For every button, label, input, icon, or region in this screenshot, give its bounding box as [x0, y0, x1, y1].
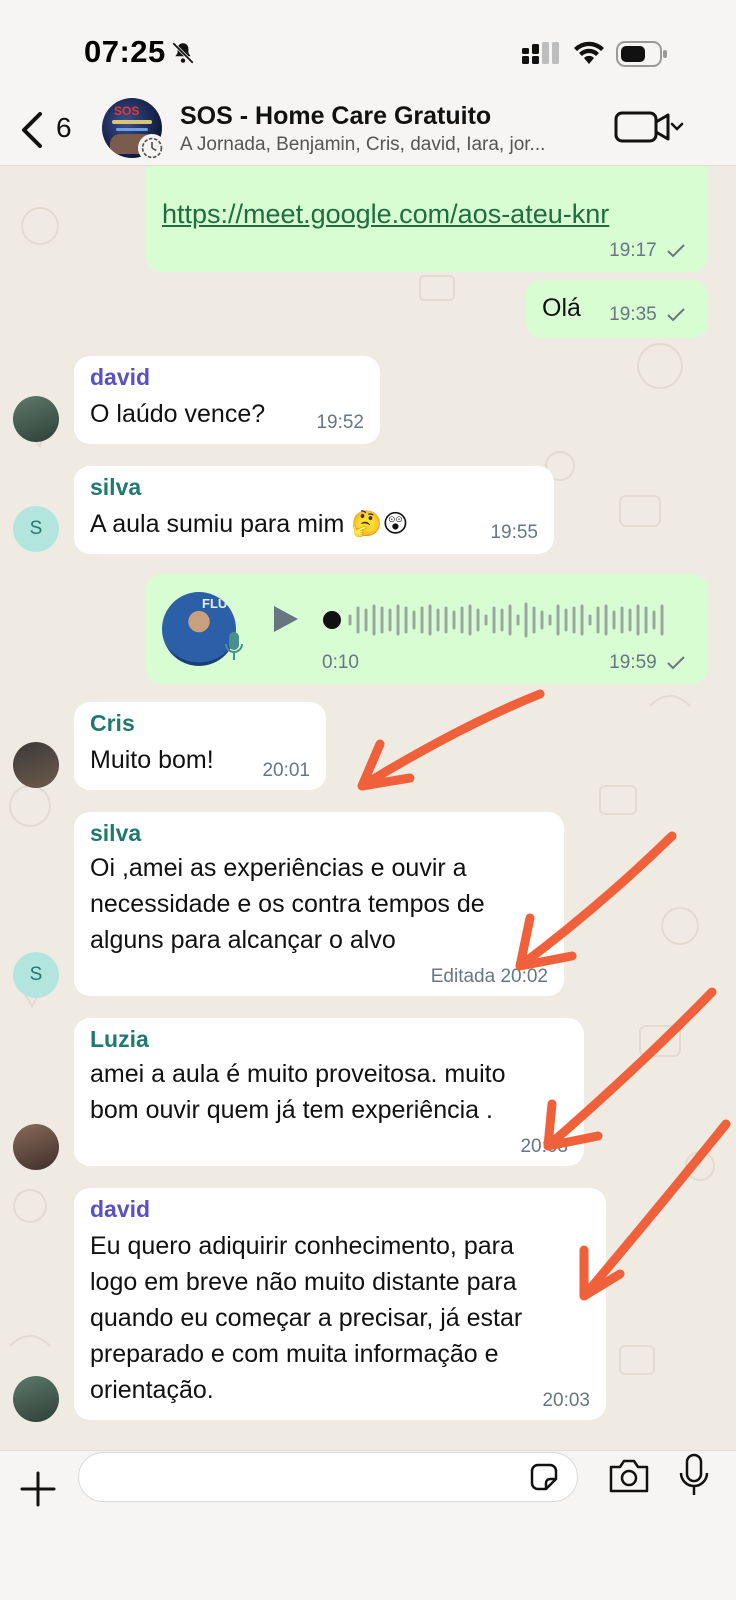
chat-header: 6 SOS SOS - Home Care Gratuito A Jornada…: [0, 98, 736, 166]
battery-icon: [616, 41, 667, 67]
message-text-line: quando eu começar a precisar, já estar: [90, 1304, 523, 1332]
chat-area[interactable]: https://meet.google.com/aos-ateu-knr 19:…: [0, 166, 736, 1450]
message-meta: 19:59: [609, 652, 686, 674]
sender-name[interactable]: david: [90, 364, 150, 391]
plus-icon[interactable]: [20, 1471, 56, 1507]
wifi-icon: [574, 41, 604, 64]
single-check-icon: [667, 244, 685, 258]
avatar-david[interactable]: [13, 1376, 59, 1422]
message-time: 19:35: [609, 304, 657, 325]
message-text: Olá: [542, 294, 581, 322]
single-check-icon: [667, 308, 685, 322]
message-text-line: orientação.: [90, 1376, 214, 1404]
message-text: O laúdo vence?: [90, 400, 266, 428]
message-incoming[interactable]: david O laúdo vence? 19:52: [74, 356, 380, 444]
sender-name[interactable]: david: [90, 1196, 150, 1223]
top-bar: 07:25 6 SOS SOS - Home Care Gratuito A J…: [0, 0, 736, 166]
bell-muted-icon: [172, 42, 194, 64]
message-text-line: necessidade e os contra tempos de: [90, 890, 485, 918]
voice-duration: 0:10: [322, 652, 359, 673]
message-time: Editada 20:02: [430, 966, 548, 987]
message-text: A aula sumiu para mim 🤔😲: [90, 510, 409, 538]
message-time: 20:03: [520, 1136, 568, 1157]
message-link[interactable]: https://meet.google.com/aos-ateu-knr: [162, 196, 609, 232]
message-incoming[interactable]: silva Oi ,amei as experiências e ouvir a…: [74, 812, 564, 996]
back-chevron-icon[interactable]: [18, 110, 48, 150]
message-text-line: bom ouvir quem já tem experiência .: [90, 1096, 493, 1124]
video-call-icon[interactable]: [614, 110, 684, 144]
status-time: 07:25: [84, 34, 166, 69]
avatar-silva[interactable]: S: [13, 506, 59, 552]
message-text-line: preparado e com muita informação e: [90, 1340, 499, 1368]
sender-name[interactable]: Luzia: [90, 1026, 149, 1053]
unread-count[interactable]: 6: [56, 112, 72, 144]
voice-message[interactable]: FLU 0:10 19:59: [146, 574, 708, 684]
message-incoming[interactable]: david Eu quero adiquirir conhecimento, p…: [74, 1188, 606, 1420]
avatar-cris[interactable]: [13, 742, 59, 788]
single-check-icon: [667, 656, 685, 670]
message-meta: 19:17: [609, 240, 686, 262]
message-composer: [0, 1450, 736, 1600]
message-outgoing-link[interactable]: https://meet.google.com/aos-ateu-knr 19:…: [146, 166, 708, 272]
message-time: 20:01: [262, 760, 310, 781]
group-participants[interactable]: A Jornada, Benjamin, Cris, david, Iara, …: [180, 134, 580, 156]
avatar-luzia[interactable]: [13, 1124, 59, 1170]
message-text: Muito bom!: [90, 746, 214, 774]
message-input[interactable]: [99, 1463, 499, 1493]
sender-name[interactable]: Cris: [90, 710, 135, 737]
message-text-line: logo em breve não muito distante para: [90, 1268, 517, 1296]
message-incoming[interactable]: silva A aula sumiu para mim 🤔😲 19:55: [74, 466, 554, 554]
play-icon[interactable]: [270, 604, 300, 634]
sticker-icon[interactable]: [528, 1461, 560, 1493]
mic-icon: [225, 632, 243, 660]
message-time: 20:03: [542, 1390, 590, 1411]
message-meta: 19:35: [609, 304, 686, 326]
message-outgoing[interactable]: Olá 19:35: [526, 280, 708, 338]
avatar-david[interactable]: [13, 396, 59, 442]
message-incoming[interactable]: Luzia amei a aula é muito proveitosa. mu…: [74, 1018, 584, 1166]
status-bar: 07:25: [0, 0, 736, 100]
avatar-silva[interactable]: S: [13, 952, 59, 998]
message-time: 19:55: [490, 522, 538, 543]
message-time: 19:52: [316, 412, 364, 433]
message-text-line: amei a aula é muito proveitosa. muito: [90, 1060, 506, 1088]
message-time: 19:17: [609, 240, 657, 261]
message-text-line: Eu quero adiquirir conhecimento, para: [90, 1232, 514, 1260]
sender-name[interactable]: silva: [90, 820, 141, 847]
cellular-signal-icon: [522, 42, 559, 64]
camera-icon[interactable]: [608, 1457, 650, 1495]
audio-waveform[interactable]: [322, 600, 682, 640]
message-time: 19:59: [609, 652, 657, 673]
sender-name[interactable]: silva: [90, 474, 141, 501]
message-incoming[interactable]: Cris Muito bom! 20:01: [74, 702, 326, 790]
message-text-line: Oi ,amei as experiências e ouvir a: [90, 854, 467, 882]
disappearing-timer-icon: [138, 134, 166, 162]
message-input-box[interactable]: [78, 1452, 578, 1502]
group-title[interactable]: SOS - Home Care Gratuito: [180, 102, 491, 131]
message-text-line: alguns para alcançar o alvo: [90, 926, 396, 954]
microphone-icon[interactable]: [678, 1453, 710, 1497]
